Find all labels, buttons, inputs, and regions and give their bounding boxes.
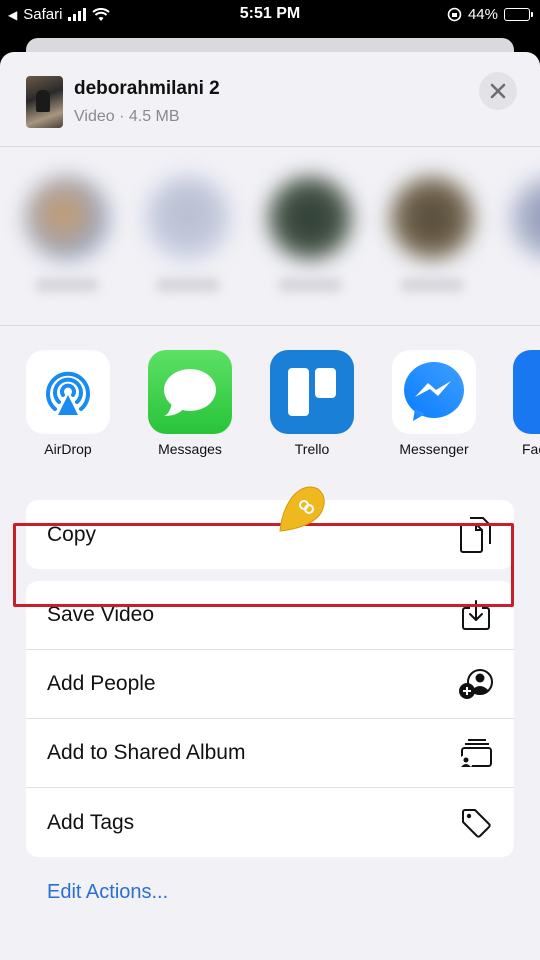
contact-name [400, 278, 464, 292]
trello-icon [270, 350, 354, 434]
save-video-highlight [13, 523, 514, 607]
app-label: Messenger [399, 441, 469, 457]
contact-name [278, 278, 342, 292]
add-people-action[interactable]: Add People [26, 650, 514, 719]
status-bar: ◀ Safari 5:51 PM 44% [0, 0, 540, 30]
app-messenger[interactable]: Messenger [391, 350, 477, 457]
share-title: deborahmilani 2 [74, 78, 220, 99]
app-label: Fac [522, 441, 540, 457]
contact-avatar[interactable] [390, 176, 474, 260]
contact-name [156, 278, 220, 292]
facebook-icon [513, 350, 540, 434]
app-label: Messages [158, 441, 222, 457]
app-messages[interactable]: Messages [147, 350, 233, 457]
add-tags-action[interactable]: Add Tags [26, 788, 514, 857]
share-header: deborahmilani 2 Video · 4.5 MB [0, 52, 540, 147]
close-icon [490, 83, 506, 99]
action-label: Add People [47, 672, 156, 695]
edit-actions-link[interactable]: Edit Actions... [47, 881, 168, 904]
close-button[interactable] [479, 72, 517, 110]
app-facebook[interactable]: Fac [513, 350, 540, 457]
contact-avatar[interactable] [510, 176, 540, 260]
tap-indicator-icon [279, 486, 325, 532]
share-subtitle: Video · 4.5 MB [74, 108, 180, 125]
add-to-shared-album-action[interactable]: Add to Shared Album [26, 719, 514, 788]
add-people-icon [458, 666, 494, 702]
orientation-lock-icon [447, 7, 462, 22]
app-airdrop[interactable]: AirDrop [25, 350, 111, 457]
tag-icon [458, 805, 494, 841]
battery-icon [504, 8, 533, 21]
action-group-main: Save Video Add People Add to Shared Albu… [26, 581, 514, 857]
contact-avatar[interactable] [146, 176, 230, 260]
action-label: Add Tags [47, 810, 135, 834]
app-label: Trello [294, 441, 330, 457]
app-label: AirDrop [44, 441, 92, 457]
messages-icon [148, 350, 232, 434]
airdrop-icon [26, 350, 110, 434]
battery-percent: 44% [467, 6, 498, 23]
messenger-icon [392, 350, 476, 434]
video-thumbnail [26, 76, 63, 128]
share-sheet: deborahmilani 2 Video · 4.5 MB AirDrop M… [0, 52, 540, 960]
action-label: Add to Shared Album [47, 741, 246, 764]
people-suggestions [0, 148, 540, 326]
shared-album-icon [458, 735, 494, 771]
contact-avatar[interactable] [268, 176, 352, 260]
app-row: AirDrop Messages Trello Messenger Fa [0, 326, 540, 466]
app-trello[interactable]: Trello [269, 350, 355, 457]
contact-name [35, 278, 99, 292]
contact-avatar[interactable] [25, 176, 109, 260]
